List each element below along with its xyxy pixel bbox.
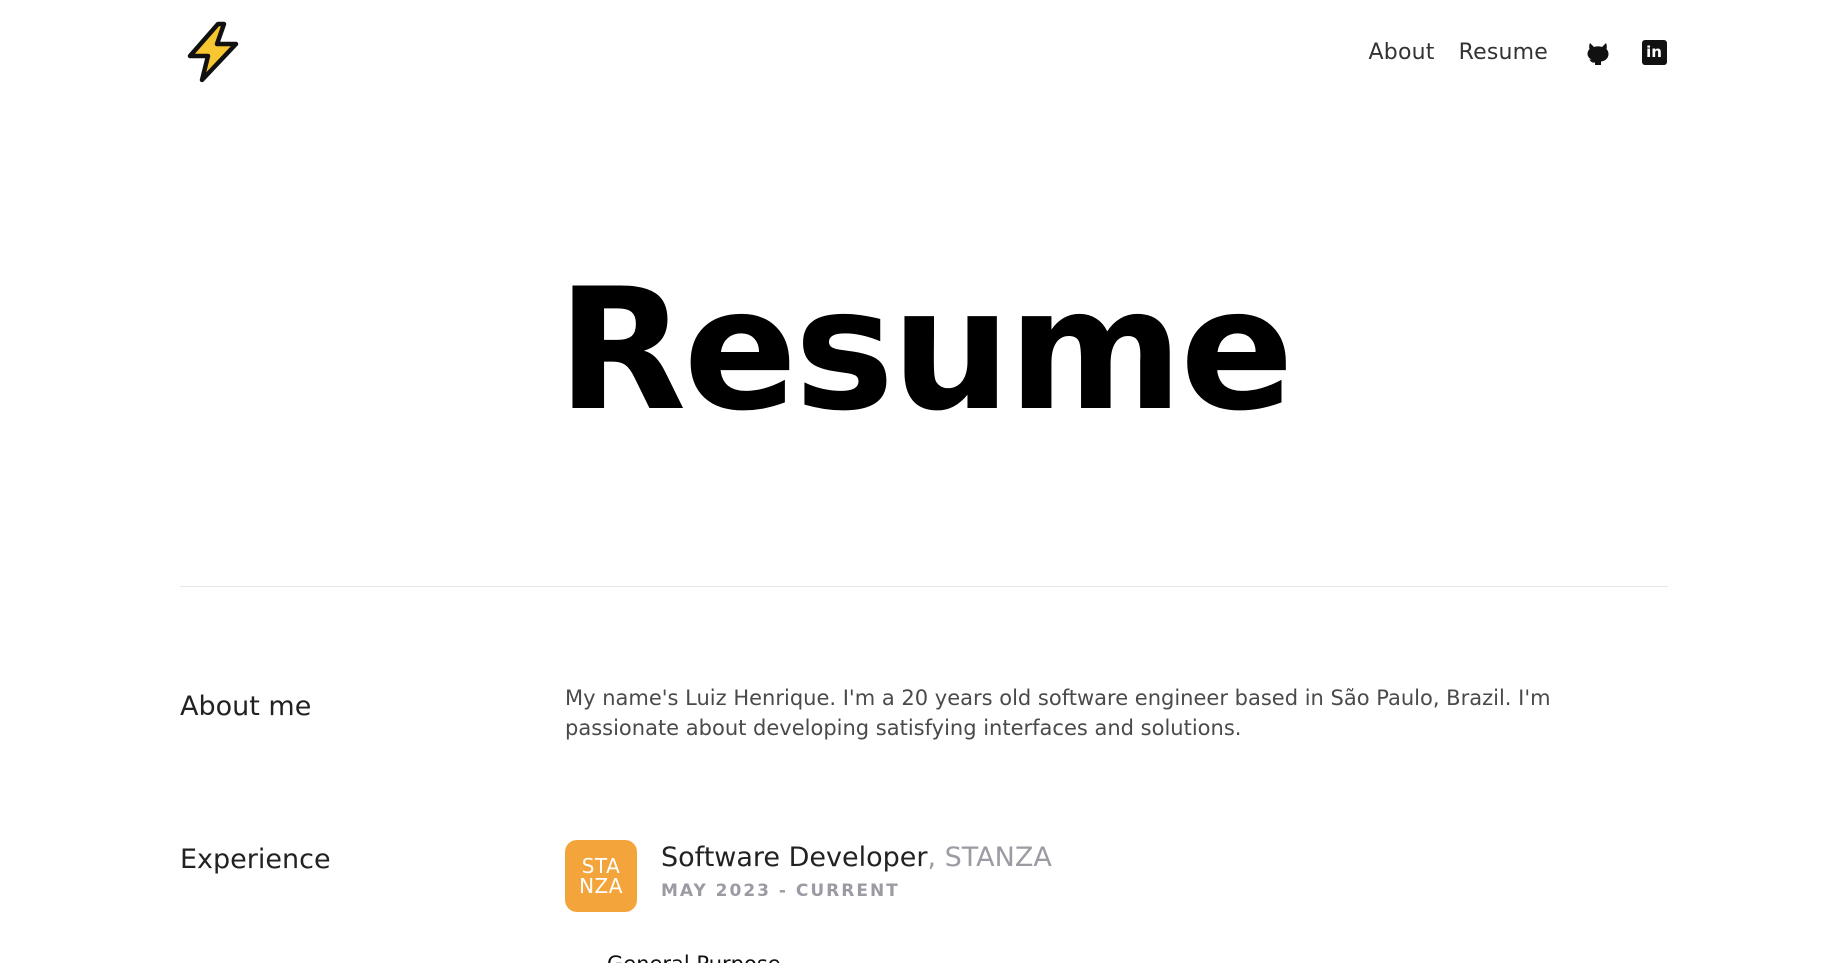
hero: Resume (180, 240, 1668, 460)
company-logo: STA NZA (565, 840, 637, 912)
about-body: My name's Luiz Henrique. I'm a 20 years … (565, 683, 1668, 743)
job-dates: MAY 2023 - CURRENT (661, 881, 900, 901)
experience-heading: Experience (180, 844, 331, 875)
github-icon[interactable] (1584, 38, 1612, 66)
experience-body: STA NZA Software Developer, STANZA MAY 2… (565, 840, 1668, 963)
page: About Resume in Resume About me My name'… (0, 0, 1848, 963)
company-logo-line2: NZA (579, 874, 623, 898)
about-text: My name's Luiz Henrique. I'm a 20 years … (565, 686, 1551, 740)
page-title: Resume (557, 252, 1294, 448)
linkedin-glyph: in (1641, 39, 1667, 65)
nav-link-resume[interactable]: Resume (1459, 40, 1548, 65)
job-entry: STA NZA Software Developer, STANZA MAY 2… (565, 840, 1668, 963)
nav-link-about[interactable]: About (1369, 40, 1435, 65)
logo[interactable] (180, 18, 248, 86)
job-title-line: Software Developer, STANZA (661, 842, 1052, 873)
list-item: General Purpose (585, 952, 781, 963)
linkedin-icon[interactable]: in (1640, 38, 1668, 66)
job-title: Software Developer (661, 842, 928, 873)
company-logo-line1: STA (581, 854, 621, 878)
job-items: General Purpose (585, 952, 781, 963)
about-heading: About me (180, 691, 312, 722)
job-company: , STANZA (927, 842, 1052, 873)
lightning-bolt-icon (187, 21, 239, 83)
job-info: Software Developer, STANZA MAY 2023 - CU… (661, 842, 1052, 901)
divider (180, 586, 1668, 587)
header: About Resume in (180, 0, 1668, 104)
social-links: in (1584, 38, 1668, 66)
main-nav: About Resume in (1369, 30, 1668, 74)
